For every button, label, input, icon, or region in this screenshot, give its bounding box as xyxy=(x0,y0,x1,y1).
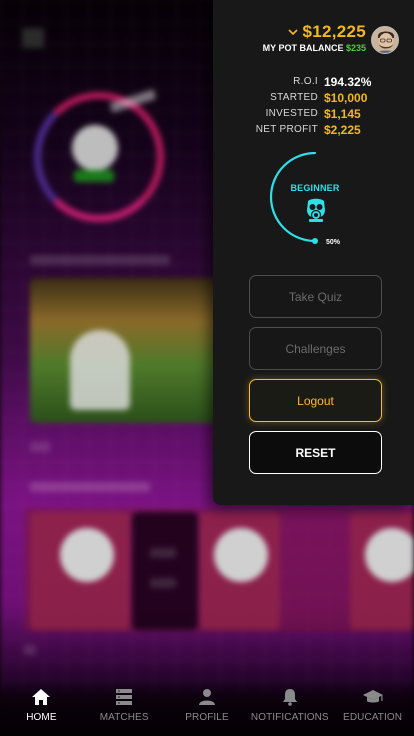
stat-row-invested: INVESTED $1,145 xyxy=(213,107,414,123)
pot-balance-value: $235 xyxy=(345,43,366,53)
level-name: BEGINNER xyxy=(290,183,340,193)
gas-mask-icon xyxy=(305,198,327,229)
bottom-nav: HOME MATCHES PROFILE NOTIFICATIONS EDUCA… xyxy=(0,680,414,736)
nav-label: MATCHES xyxy=(99,712,149,723)
level-progress-ring: BEGINNER 50% xyxy=(265,151,365,252)
chevron-down-icon xyxy=(288,23,299,41)
balance-amount: $12,225 xyxy=(302,22,366,41)
background-label xyxy=(30,255,170,265)
stat-value: 194.32% xyxy=(324,75,372,89)
nav-label: EDUCATION xyxy=(343,712,403,723)
background-label xyxy=(30,442,50,452)
stat-row-started: STARTED $10,000 xyxy=(213,91,414,107)
logout-button[interactable]: Logout xyxy=(249,379,382,422)
profile-icon xyxy=(196,686,218,708)
background-team-logo xyxy=(365,528,414,582)
stat-value: $10,000 xyxy=(324,91,368,105)
level-progress-value: 50% xyxy=(326,239,341,246)
home-icon xyxy=(30,686,52,708)
background-team-logo xyxy=(214,528,268,582)
pot-balance-label: MY POT BALANCE xyxy=(262,43,344,53)
stat-label: NET PROFIT xyxy=(255,124,318,135)
background-photo-person xyxy=(70,330,130,410)
stat-row-net-profit: NET PROFIT $2,225 xyxy=(213,123,414,139)
level-progress-dot xyxy=(312,238,318,244)
menu-icon xyxy=(22,28,44,48)
nav-label: HOME xyxy=(26,712,57,723)
stat-value: $1,145 xyxy=(324,107,361,121)
nav-item-education[interactable]: EDUCATION xyxy=(332,686,414,723)
background-label xyxy=(24,645,36,655)
stat-value: $2,225 xyxy=(324,123,361,137)
nav-item-profile[interactable]: PROFILE xyxy=(166,686,248,723)
stat-label: STARTED xyxy=(270,92,318,103)
background-card xyxy=(132,512,198,630)
challenges-button[interactable]: Challenges xyxy=(249,327,382,370)
stat-label: INVESTED xyxy=(265,108,318,119)
graduation-cap-icon xyxy=(362,686,384,708)
background-badge xyxy=(74,170,114,182)
pot-balance: MY POT BALANCE $235 xyxy=(263,43,366,53)
background-team-logo xyxy=(60,528,114,582)
bell-icon xyxy=(279,686,301,708)
nav-label: PROFILE xyxy=(185,712,229,723)
stats-list: R.O.I 194.32% STARTED $10,000 INVESTED $… xyxy=(213,75,414,139)
background-label xyxy=(150,578,176,588)
take-quiz-button[interactable]: Take Quiz xyxy=(249,275,382,318)
avatar[interactable] xyxy=(371,26,399,54)
background-avatar xyxy=(72,125,118,171)
matches-icon xyxy=(113,686,135,708)
background-photo xyxy=(30,278,230,423)
nav-label: NOTIFICATIONS xyxy=(250,712,329,723)
stat-row-roi: R.O.I 194.32% xyxy=(213,75,414,91)
stat-label: R.O.I xyxy=(293,76,318,87)
background-label xyxy=(30,482,150,492)
reset-button[interactable]: RESET xyxy=(249,431,382,474)
nav-item-matches[interactable]: MATCHES xyxy=(83,686,165,723)
background-label xyxy=(150,548,176,558)
profile-panel: $12,225 MY POT BALANCE $235 R.O.I 194.32… xyxy=(213,0,414,505)
balance-dropdown[interactable]: $12,225 xyxy=(288,22,366,42)
nav-item-notifications[interactable]: NOTIFICATIONS xyxy=(249,686,331,723)
nav-item-home[interactable]: HOME xyxy=(0,686,82,723)
